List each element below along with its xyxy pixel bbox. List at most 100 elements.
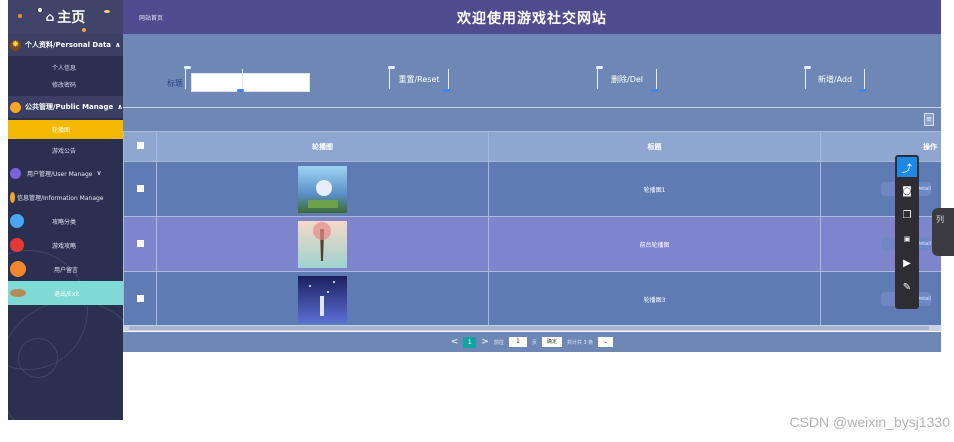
sidebar-item-user-manage[interactable]: 用户管理/User Manage ∨: [8, 161, 123, 185]
carousel-image-cell: [156, 271, 489, 327]
title-cell: 前台轮播图: [488, 216, 821, 272]
sidebar-item-exit[interactable]: 退出/Exit: [8, 281, 123, 305]
sidebar-group-public-manage[interactable]: 公共管理/Public Manage ∧: [8, 96, 123, 118]
table-row[interactable]: 前台轮播图 详情/Detail: [123, 216, 941, 272]
sidebar-home-label: 主页: [57, 10, 86, 26]
add-button[interactable]: 新增/Add: [804, 66, 866, 92]
main-content: 网站首页 欢迎使用游戏社交网站 标题 查询/Query 重置/Reset 删除/…: [123, 0, 941, 420]
column-header-image: 轮播图: [156, 131, 489, 162]
select-all-checkbox[interactable]: [136, 142, 144, 149]
sidebar-item-label: 退出/Exit: [54, 290, 80, 298]
search-label: 标题: [167, 79, 183, 88]
camera-icon[interactable]: ◙: [895, 179, 919, 203]
sidebar: ⌂ 主页 ✸ 个人资料/Personal Data ∧ 个人信息 修改密码 公共…: [8, 0, 123, 420]
pagination: < 1 > 前往 1 页 确定 共计共 3 条 ⌄: [123, 332, 941, 352]
page-title: 欢迎使用游戏社交网站: [457, 11, 607, 27]
monster-icon: ✸: [10, 39, 21, 51]
sidebar-item-label: 修改密码: [52, 82, 77, 89]
blue-ball-icon: [10, 214, 24, 228]
goto-page-input[interactable]: 1: [508, 337, 527, 347]
side-panel-handle[interactable]: 列: [932, 208, 954, 256]
column-settings-icon[interactable]: ≡: [924, 113, 934, 126]
title-cell: 轮播图1: [488, 161, 821, 217]
table-toolbar-strip: ≡: [123, 108, 941, 132]
column-header-title: 标题: [488, 131, 821, 162]
carousel-thumbnail[interactable]: [298, 220, 347, 268]
next-page-button[interactable]: >: [481, 337, 489, 347]
button-handle-icon: [596, 66, 603, 69]
home-icon: ⌂: [45, 10, 55, 24]
current-page[interactable]: 1: [463, 336, 477, 348]
row-select-cell[interactable]: [123, 216, 157, 272]
app-window: ⌂ 主页 ✸ 个人资料/Personal Data ∧ 个人信息 修改密码 公共…: [0, 0, 954, 442]
action-cell: 详情/Detail: [820, 161, 941, 217]
screenshot-toolbar: ⤴ ◙ ❐ ▣ ▶ ✎: [895, 155, 919, 309]
reset-button[interactable]: 重置/Reset: [388, 66, 450, 92]
scrollbar-thumb[interactable]: [129, 326, 929, 330]
carousel-thumbnail[interactable]: [298, 165, 347, 213]
table-header-row: 轮播图 标题 操作: [123, 131, 941, 162]
button-handle-icon: [443, 89, 450, 92]
prev-page-button[interactable]: <: [451, 337, 459, 347]
row-select-cell[interactable]: [123, 161, 157, 217]
sidebar-item-guide-category[interactable]: 攻略分类: [8, 209, 123, 233]
sidebar-home[interactable]: ⌂ 主页: [8, 0, 123, 34]
sidebar-item-game-notice[interactable]: 游戏公告: [8, 139, 123, 161]
caret-up-icon: ∧: [115, 41, 121, 49]
action-cell: 详情/Detail: [820, 271, 941, 327]
sidebar-item-game-guide[interactable]: 游戏攻略: [8, 233, 123, 257]
table-row[interactable]: 轮播图3 详情/Detail: [123, 271, 941, 327]
sidebar-item-label: 游戏公告: [52, 147, 77, 155]
sidebar-item-carousel[interactable]: 轮播图: [8, 120, 123, 139]
button-handle-icon: [859, 89, 866, 92]
query-button[interactable]: 查询/Query: [184, 66, 244, 92]
orange-planet-icon: [10, 261, 26, 277]
caret-down-icon: ∨: [96, 169, 102, 177]
goto-label: 前往: [493, 339, 504, 346]
data-table: 轮播图 标题 操作 轮播图1 前台轮播图 轮播图3: [123, 131, 941, 327]
sidebar-group-label: 公共管理/Public Manage: [25, 103, 114, 111]
sidebar-item-label: 游戏攻略: [52, 242, 77, 250]
sidebar-group-label: 个人资料/Personal Data: [25, 41, 112, 49]
sidebar-item-personal-info[interactable]: 个人信息: [8, 56, 123, 75]
sidebar-item-change-password[interactable]: 修改密码: [8, 75, 123, 94]
carousel-thumbnail[interactable]: [298, 275, 347, 323]
reset-button-label: 重置/Reset: [398, 74, 440, 84]
video-icon[interactable]: ▶: [895, 251, 919, 275]
column-header-action: 操作: [820, 131, 941, 162]
sidebar-group-personal-data[interactable]: ✸ 个人资料/Personal Data ∧: [8, 34, 123, 56]
horizontal-scrollbar[interactable]: [123, 325, 941, 331]
page-size-select[interactable]: ⌄: [598, 337, 614, 347]
button-handle-icon: [388, 66, 395, 69]
sidebar-item-label: 攻略分类: [52, 218, 77, 226]
carousel-image-cell: [156, 216, 489, 272]
button-handle-icon: [804, 66, 811, 69]
row-checkbox[interactable]: [136, 184, 144, 192]
table-row[interactable]: 轮播图1 详情/Detail: [123, 161, 941, 217]
add-button-label: 新增/Add: [817, 74, 853, 84]
pen-icon[interactable]: ✎: [895, 275, 919, 299]
top-bar: 网站首页 欢迎使用游戏社交网站: [123, 0, 941, 34]
purple-ball-icon: [10, 167, 21, 179]
sidebar-item-user-message[interactable]: 用户留言: [8, 257, 123, 281]
row-select-cell[interactable]: [123, 271, 157, 327]
orange-ball-icon: [10, 191, 15, 203]
share-icon[interactable]: ⤴: [897, 157, 917, 177]
row-checkbox[interactable]: [136, 239, 144, 247]
delete-button[interactable]: 删除/Del: [596, 66, 658, 92]
row-checkbox[interactable]: [136, 294, 144, 302]
sidebar-item-information-manage[interactable]: 信息管理/Information Manage: [8, 185, 123, 209]
sidebar-item-label: 用户留言: [54, 266, 79, 274]
sidebar-item-label: 个人信息: [52, 65, 77, 72]
window-capture-icon[interactable]: ❐: [895, 203, 919, 227]
gif-icon[interactable]: ▣: [895, 227, 919, 251]
sidebar-item-label: 用户管理/User Manage: [27, 170, 93, 178]
watermark: CSDN @weixin_bysj1330: [789, 414, 950, 430]
carousel-image-cell: [156, 161, 489, 217]
title-cell: 轮播图3: [488, 271, 821, 327]
select-all-cell[interactable]: [123, 131, 157, 162]
button-handle-icon: [184, 66, 191, 69]
total-count: 共计共 3 条: [566, 339, 594, 346]
page-unit-label: 页: [531, 339, 537, 346]
confirm-button[interactable]: 确定: [541, 337, 562, 347]
